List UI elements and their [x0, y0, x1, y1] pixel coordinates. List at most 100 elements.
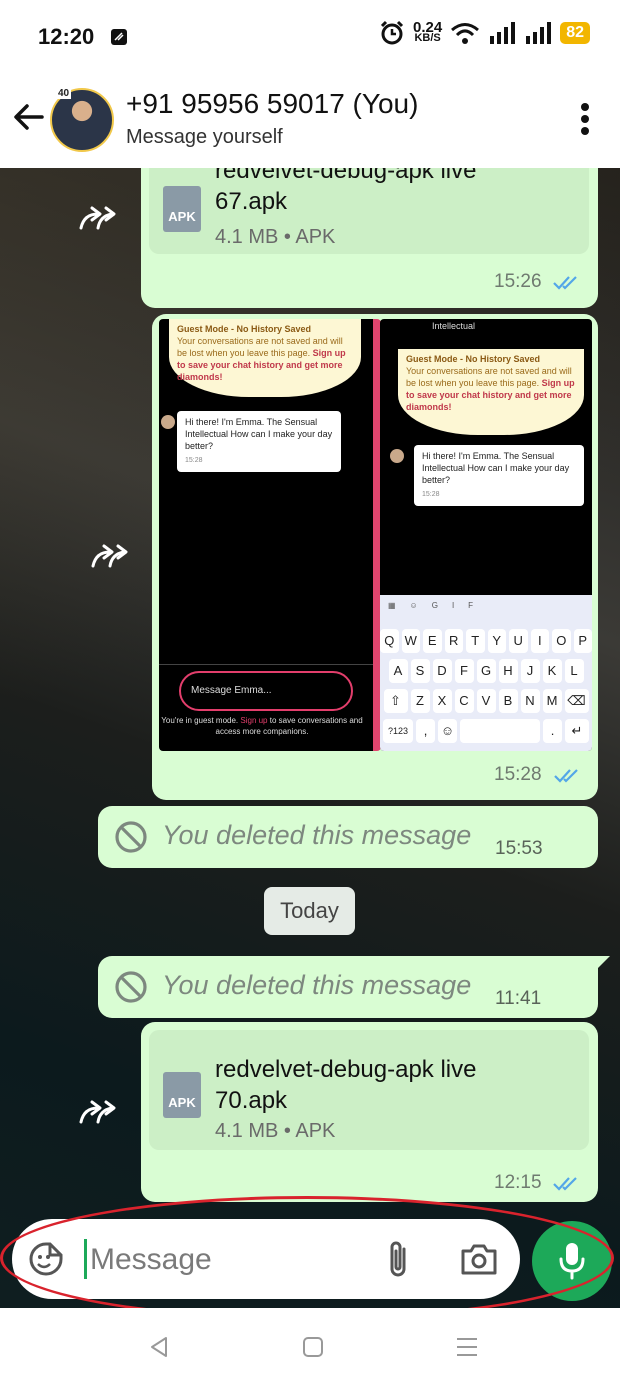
forward-icon[interactable] — [90, 542, 130, 570]
mini-top-text: Intellectual — [432, 321, 476, 331]
notification-icon — [111, 29, 127, 45]
keyboard-key: W — [401, 629, 420, 653]
file-card[interactable]: APK redvelvet-debug-apk live 67.apk 4.1 M… — [149, 168, 589, 254]
keyboard-key: V — [476, 689, 496, 713]
file-message-bubble[interactable]: APK redvelvet-debug-apk live 70.apk 4.1 M… — [141, 1022, 598, 1202]
keyboard-key: X — [432, 689, 452, 713]
deleted-text: You deleted this message — [162, 820, 472, 850]
alarm-icon — [380, 20, 404, 45]
keyboard-row-4: ?123 , ☺ . ↵ — [380, 719, 592, 743]
text-cursor — [84, 1239, 87, 1279]
forward-icon[interactable] — [78, 1098, 118, 1126]
read-ticks-icon — [553, 276, 577, 290]
mini-footer: You're in guest mode. Sign up to save co… — [161, 716, 363, 736]
back-arrow-icon[interactable] — [12, 100, 46, 134]
keyboard-key: F — [454, 659, 474, 683]
signal-icon-2 — [526, 22, 552, 44]
keyboard-key: D — [432, 659, 452, 683]
keyboard-key: I — [530, 629, 549, 653]
message-input-container[interactable] — [12, 1219, 520, 1299]
keyboard-key-special: ⇧ — [383, 689, 408, 713]
keyboard-key: O — [552, 629, 571, 653]
keyboard-key: L — [564, 659, 584, 683]
mini-input: Message Emma... — [179, 671, 353, 711]
keyboard-row-3: ⇧ Z X C V B N M ⌫ — [380, 689, 592, 713]
nav-back-icon[interactable] — [148, 1336, 170, 1358]
sticker-emoji-icon[interactable] — [28, 1241, 64, 1277]
keyboard-key: S — [410, 659, 430, 683]
keyboard-key: N — [520, 689, 540, 713]
read-ticks-icon — [554, 769, 578, 783]
deleted-icon — [115, 971, 147, 1003]
keyboard-key: M — [542, 689, 562, 713]
message-time: 15:26 — [494, 271, 542, 292]
keyboard-key: P — [573, 629, 592, 653]
keyboard-key: H — [498, 659, 518, 683]
keyboard-key: R — [444, 629, 463, 653]
nav-home-icon[interactable] — [302, 1336, 324, 1358]
file-message-bubble[interactable]: APK redvelvet-debug-apk live 67.apk 4.1 M… — [141, 168, 598, 308]
wifi-icon — [451, 23, 480, 44]
file-meta: 4.1 MB • APK — [215, 1120, 336, 1142]
bubble-tail — [598, 956, 610, 968]
file-name: redvelvet-debug-apk live 70.apk — [215, 1056, 477, 1114]
mini-avatar — [161, 415, 175, 429]
deleted-icon — [115, 821, 147, 853]
more-options-icon[interactable] — [580, 102, 590, 136]
deleted-message-bubble[interactable]: You deleted this message 15:53 — [98, 806, 598, 868]
message-time: 15:53 — [495, 838, 543, 859]
deleted-text: You deleted this message — [162, 970, 472, 1000]
system-nav-bar — [0, 1308, 620, 1386]
keyboard-key: Z — [410, 689, 430, 713]
keyboard-key: Y — [487, 629, 506, 653]
message-time: 12:15 — [494, 1172, 542, 1193]
message-time: 11:41 — [495, 988, 542, 1009]
keyboard-key: A — [388, 659, 408, 683]
status-icons: 0.24 KB/S 82 — [379, 20, 590, 46]
keyboard-key: K — [542, 659, 562, 683]
image-message-bubble[interactable]: Guest Mode - No History Saved Your conve… — [152, 314, 598, 800]
keyboard-key: T — [466, 629, 485, 653]
deleted-message-bubble[interactable]: You deleted this message 11:41 — [98, 956, 598, 1018]
camera-icon[interactable] — [460, 1241, 498, 1277]
read-ticks-icon — [553, 1177, 577, 1191]
mini-avatar — [390, 449, 404, 463]
keyboard-key: U — [509, 629, 528, 653]
chat-area[interactable]: APK redvelvet-debug-apk live 67.apk 4.1 M… — [0, 168, 620, 1308]
image-thumbnail-right[interactable]: Intellectual Guest Mode - No History Sav… — [380, 319, 592, 751]
battery-level: 82 — [560, 22, 590, 44]
mini-message: Hi there! I'm Emma. The Sensual Intellec… — [414, 445, 584, 506]
status-time: 12:20 — [38, 24, 95, 49]
mini-message: Hi there! I'm Emma. The Sensual Intellec… — [177, 411, 341, 472]
keyboard-key: E — [423, 629, 442, 653]
image-thumbnail-left[interactable]: Guest Mode - No History Saved Your conve… — [159, 319, 381, 751]
contact-name[interactable]: +91 95956 59017 (You) — [126, 88, 418, 120]
net-speed: 0.24 KB/S — [413, 19, 443, 44]
voice-record-button[interactable] — [532, 1221, 612, 1301]
keyboard-key: J — [520, 659, 540, 683]
date-separator: Today — [264, 887, 355, 935]
keyboard-key: G — [476, 659, 496, 683]
keyboard-row-2: ASDFGHJKL — [380, 659, 592, 683]
file-name: redvelvet-debug-apk live 67.apk — [215, 168, 477, 215]
contact-subtitle: Message yourself — [126, 126, 283, 148]
message-input[interactable] — [88, 1239, 362, 1281]
keyboard-key: Q — [380, 629, 399, 653]
guest-notice: Guest Mode - No History Saved Your conve… — [398, 349, 584, 435]
forward-icon[interactable] — [78, 204, 118, 232]
message-composer — [0, 1208, 620, 1308]
apk-file-icon: APK — [163, 186, 201, 232]
attach-icon[interactable] — [384, 1239, 412, 1279]
keyboard-key: B — [498, 689, 518, 713]
file-card[interactable]: APK redvelvet-debug-apk live 70.apk 4.1 M… — [149, 1030, 589, 1150]
guest-notice: Guest Mode - No History Saved Your conve… — [169, 319, 361, 397]
keyboard-row-1: QWERTYUIOP — [380, 629, 592, 653]
mic-icon — [559, 1243, 585, 1280]
divider — [159, 664, 373, 665]
chat-header: 40 +91 95956 59017 (You) Message yoursel… — [0, 72, 620, 169]
avatar-badge: 40 — [56, 88, 72, 99]
message-time: 15:28 — [494, 764, 542, 785]
nav-recents-icon[interactable] — [455, 1336, 479, 1358]
mini-keyboard: ▦☺GIF QWERTYUIOP ASDFGHJKL ⇧ Z X C V B N M ⌫ ?12… — [380, 595, 592, 751]
keyboard-key: C — [454, 689, 474, 713]
